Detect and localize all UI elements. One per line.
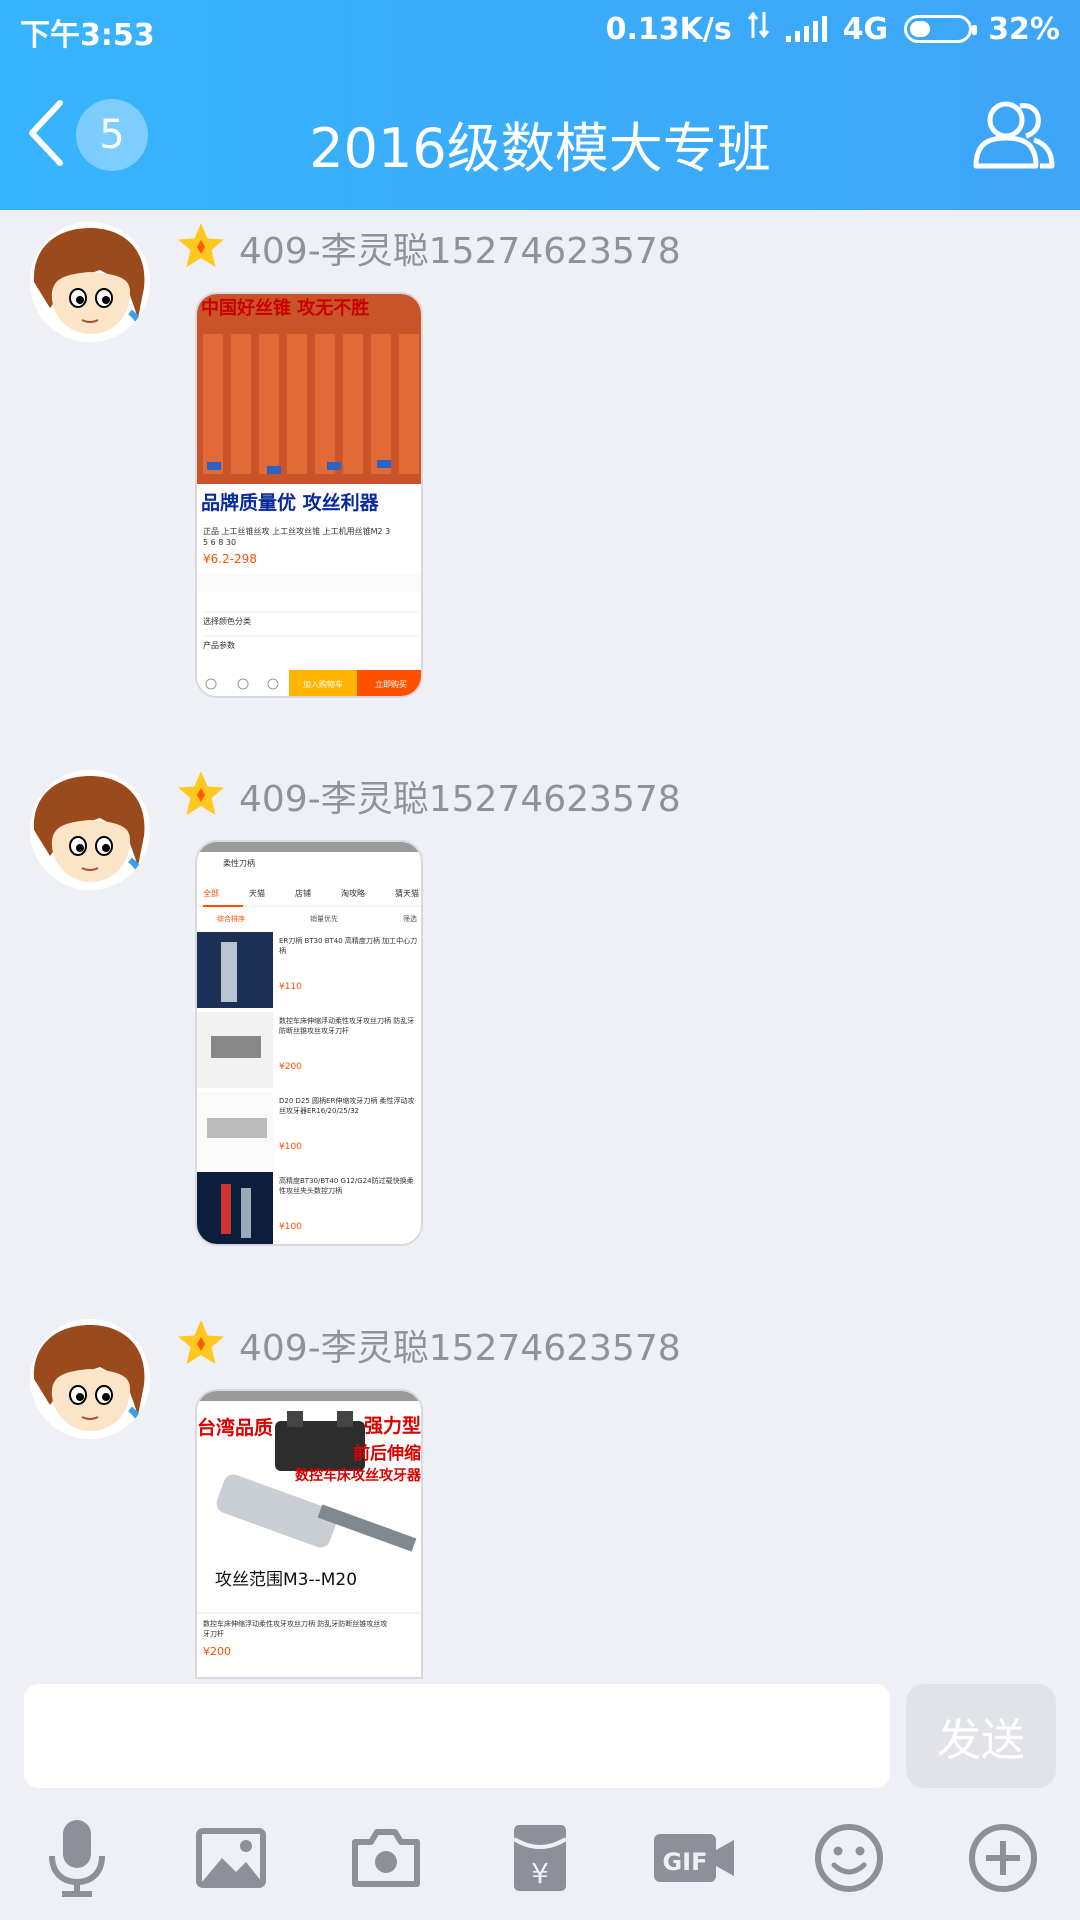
- avatar[interactable]: [30, 770, 150, 890]
- image-product-title: 正品 上工丝锥丝攻 上工丝攻丝锥 上工机用丝锥M2 3 5 6 8 30: [203, 527, 391, 547]
- voice-button[interactable]: [27, 1810, 127, 1910]
- app-header: 下午3:53 0.13K/s 4G 32% 5 2016级数模大专班: [0, 0, 1080, 210]
- avatar[interactable]: [30, 222, 150, 342]
- gif-button[interactable]: GIF: [644, 1810, 744, 1910]
- star-badge-icon: [175, 1317, 227, 1373]
- image-tab: 天猫: [249, 889, 265, 898]
- image-message[interactable]: 柔性刀柄 全部 天猫 店铺 淘攻略 猜天猫 综合排序 销量优先 筛选 ER刀柄 …: [195, 840, 423, 1246]
- image-tabs: 全部 天猫 店铺 淘攻略 猜天猫: [203, 888, 419, 899]
- emoji-button[interactable]: [799, 1810, 899, 1910]
- gif-icon: GIF: [652, 1828, 736, 1892]
- image-tab: 全部: [203, 889, 219, 898]
- battery-icon: [904, 15, 978, 43]
- image-item-price: ¥100: [279, 1222, 302, 1232]
- data-transfer-icon: [747, 10, 770, 48]
- image-sort: 销量优先: [310, 915, 338, 923]
- group-members-button[interactable]: [968, 90, 1058, 180]
- nav-bar: 5 2016级数模大专班: [0, 80, 1080, 190]
- sender-name: 409-李灵聪15274623578: [239, 779, 681, 820]
- red-packet-icon: ¥: [512, 1823, 568, 1897]
- image-banner-text: 中国好丝锥 攻无不胜: [201, 298, 370, 319]
- image-item-title: D20 D25 圆柄ER伸缩攻牙刀柄 柔性浮动攻丝攻牙器ER16/20/25/3…: [279, 1097, 415, 1115]
- image-tab: 猜天猫: [395, 889, 419, 898]
- star-badge-icon: [175, 768, 227, 824]
- image-sort: 综合排序: [217, 915, 245, 923]
- group-members-icon: [968, 101, 1058, 184]
- network-speed: 0.13K/s: [605, 11, 732, 47]
- message-input[interactable]: [24, 1684, 890, 1788]
- composer: 发送: [0, 1680, 1080, 1790]
- emoji-icon: [814, 1823, 884, 1897]
- sender-name: 409-李灵聪15274623578: [239, 1328, 681, 1369]
- network-type: 4G: [842, 11, 889, 47]
- image-search-text: 柔性刀柄: [223, 859, 255, 868]
- status-indicators: 0.13K/s 4G 32%: [606, 10, 1060, 48]
- image-tab: 淘攻略: [341, 889, 365, 898]
- more-button[interactable]: [953, 1810, 1053, 1910]
- sender-row: 409-李灵聪15274623578: [175, 766, 681, 826]
- input-toolbar: ¥ GIF: [0, 1800, 1080, 1920]
- image-slogan: 品牌质量优 攻丝利器: [201, 492, 379, 514]
- avatar[interactable]: [30, 1319, 150, 1439]
- image-price: ¥200: [203, 1645, 231, 1658]
- image-icon: [196, 1828, 267, 1892]
- image-item-price: ¥200: [279, 1062, 302, 1072]
- image-item-title: 高精度BT30/BT40 G12/G24防过载快换柔性攻丝夹头数控刀柄: [279, 1177, 414, 1195]
- microphone-icon: [42, 1818, 112, 1902]
- image-sort: 筛选: [403, 915, 417, 923]
- sender-row: 409-李灵聪15274623578: [175, 1315, 681, 1375]
- camera-icon: [351, 1828, 421, 1892]
- image-item-price: ¥100: [279, 1142, 302, 1152]
- star-badge-icon: [175, 220, 227, 276]
- image-button[interactable]: [181, 1810, 281, 1910]
- plus-icon: [968, 1823, 1038, 1897]
- svg-text:¥: ¥: [531, 1857, 549, 1890]
- image-subtitle: 前后伸缩: [353, 1444, 421, 1464]
- image-tab: 店铺: [295, 889, 311, 898]
- image-item-price: ¥110: [279, 982, 302, 992]
- image-banner-right: 强力型: [363, 1415, 421, 1437]
- image-banner-left: 台湾品质: [197, 1417, 274, 1439]
- image-message[interactable]: 中国好丝锥 攻无不胜 品牌质量优 攻丝利器 正品 上工丝锥丝攻 上工丝攻丝锥 上…: [195, 292, 423, 698]
- image-red-line: 数控车床攻丝攻牙器: [295, 1468, 421, 1484]
- image-sort-bar: 综合排序 销量优先 筛选: [217, 914, 417, 924]
- status-time: 下午3:53: [20, 18, 155, 53]
- signal-icon: [785, 16, 827, 42]
- battery-level: 32%: [988, 11, 1060, 47]
- red-packet-button[interactable]: ¥: [490, 1810, 590, 1910]
- page-title: 2016级数模大专班: [309, 117, 771, 180]
- send-button[interactable]: 发送: [906, 1684, 1056, 1788]
- image-params-row: 产品参数: [203, 641, 235, 650]
- image-range-text: 攻丝范围M3--M20: [215, 1570, 358, 1590]
- image-buy-button: 立即购买: [375, 680, 407, 689]
- image-option-row: 选择颜色分类: [203, 617, 251, 626]
- sender-row: 409-李灵聪15274623578: [175, 218, 681, 278]
- sender-name: 409-李灵聪15274623578: [239, 231, 681, 272]
- image-cart-button: 加入购物车: [303, 680, 343, 689]
- image-message[interactable]: 台湾品质 强力型 前后伸缩 数控车床攻丝攻牙器 攻丝范围M3--M20 数控车床…: [195, 1389, 423, 1679]
- camera-button[interactable]: [336, 1810, 436, 1910]
- image-item-title: 数控车床伸缩浮动柔性攻牙攻丝刀柄 防乱牙防断丝锥攻丝攻牙刀杆: [279, 1017, 415, 1035]
- svg-text:GIF: GIF: [663, 1848, 708, 1876]
- image-price: ¥6.2-298: [203, 552, 257, 566]
- image-item-title: ER刀柄 BT30 BT40 高精度刀柄 加工中心刀柄: [279, 937, 418, 955]
- status-bar: 下午3:53 0.13K/s 4G 32%: [0, 0, 1080, 60]
- chat-message-list[interactable]: 409-李灵聪15274623578 中国好丝锥 攻无不胜 品牌质量优 攻丝利器…: [0, 210, 1080, 1680]
- image-product-title: 数控车床伸缩浮动柔性攻牙攻丝刀柄 防乱牙防断丝锥攻丝攻牙刀杆: [203, 1620, 388, 1638]
